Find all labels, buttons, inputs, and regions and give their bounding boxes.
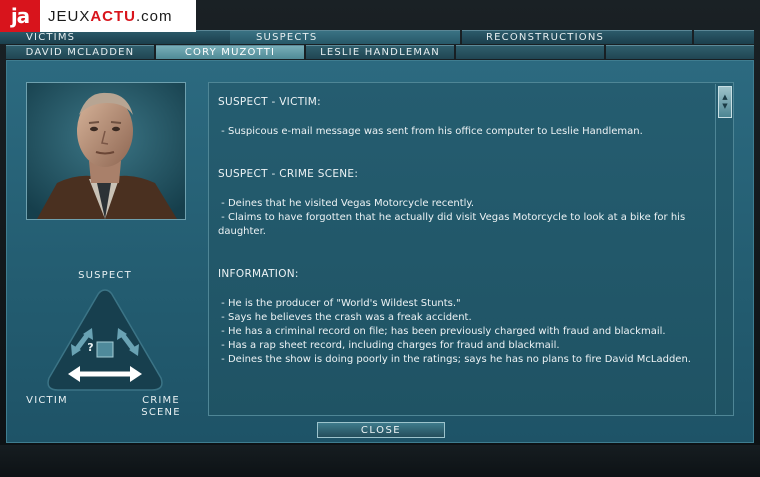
tab-empty [694, 30, 754, 44]
note-line: - Claims to have forgotten that he actua… [218, 212, 686, 223]
tab-suspects[interactable]: Suspects [230, 30, 460, 44]
note-line: - Has a rap sheet record, including char… [218, 340, 560, 351]
tab-reconstructions-label: Reconstructions [486, 32, 605, 43]
scroll-up-icon[interactable]: ▲ [722, 93, 727, 102]
suspect-portrait [26, 82, 186, 220]
tab-reconstructions[interactable]: Reconstructions [462, 30, 692, 44]
subtab-empty-2 [606, 45, 754, 59]
triangle-label-victim: Victim [26, 395, 68, 406]
close-button-label: Close [360, 424, 402, 436]
logo-text-prefix: JEUX [48, 7, 91, 25]
bottom-bar [0, 445, 760, 477]
tab-victims-label: Victims [26, 32, 76, 43]
suspect-notes: SUSPECT - VICTIM: - Suspicous e-mail mes… [208, 82, 734, 416]
subtab-label: Cory Muzotti [184, 47, 276, 58]
logo-text: JEUXACTU.com [48, 8, 173, 25]
triangle-shape [47, 289, 163, 391]
scroll-updown-button[interactable]: ▲ ▼ [718, 86, 732, 118]
portrait-image [27, 83, 185, 219]
section-heading-information: INFORMATION: [218, 268, 299, 280]
relationship-triangle: Suspect ? Victim Crime Scene [26, 270, 190, 420]
note-line: - Says he believes the crash was a freak… [218, 312, 472, 323]
section-heading-suspect-victim: SUSPECT - VICTIM: [218, 96, 322, 108]
note-line: - Suspicous e-mail message was sent from… [218, 126, 643, 137]
logo-mark: ja [0, 0, 40, 32]
note-line: - Deines that he visited Vegas Motorcycl… [218, 198, 475, 209]
subtab-empty-1 [456, 45, 604, 59]
site-logo: ja JEUXACTU.com [0, 0, 196, 32]
note-line: daughter. [218, 226, 266, 237]
triangle-label-crime: Crime [142, 395, 180, 406]
subtab-label: David McLadden [25, 47, 135, 58]
logo-text-accent: ACTU [90, 7, 137, 25]
note-line: - He is the producer of "World's Wildest… [218, 298, 461, 309]
close-button[interactable]: Close [317, 422, 445, 438]
notes-scrollbar[interactable]: ▲ ▼ [715, 84, 733, 414]
subtab-leslie-handleman[interactable]: Leslie Handleman [306, 45, 454, 59]
scroll-down-icon[interactable]: ▼ [722, 102, 727, 111]
subtab-david-mcladden[interactable]: David McLadden [6, 45, 154, 59]
logo-text-suffix: .com [136, 7, 173, 25]
question-mark: ? [87, 341, 95, 354]
subtab-label: Leslie Handleman [320, 47, 440, 58]
note-line: - Deines the show is doing poorly in the… [218, 354, 691, 365]
triangle-label-suspect: Suspect [78, 270, 132, 281]
note-line: - He has a criminal record on file; has … [218, 326, 666, 337]
section-heading-suspect-crime-scene: SUSPECT - CRIME SCENE: [218, 168, 359, 180]
tab-victims[interactable]: Victims [0, 30, 230, 44]
subtab-cory-muzotti[interactable]: Cory Muzotti [156, 45, 304, 59]
triangle-label-scene: Scene [141, 407, 181, 418]
tab-suspects-label: Suspects [256, 32, 318, 43]
